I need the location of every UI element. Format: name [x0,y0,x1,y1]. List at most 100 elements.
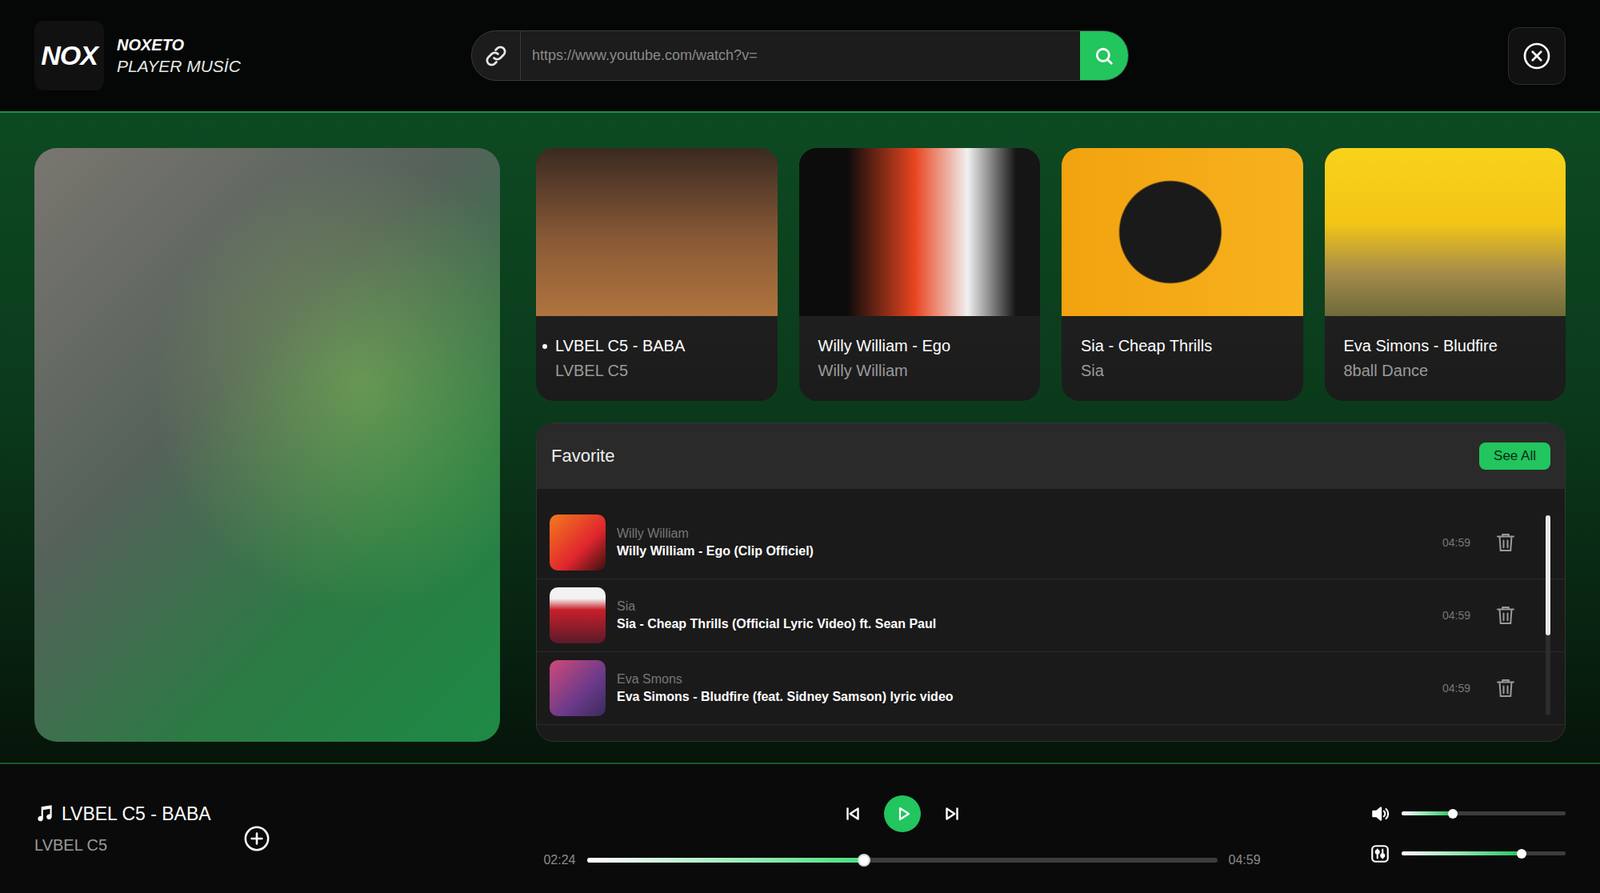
cover-art [1061,148,1304,316]
volume-slider[interactable] [1401,811,1566,816]
song-card[interactable]: Willy William - Ego Willy William [799,148,1041,401]
trash-icon [1493,676,1518,700]
cover-art [536,148,778,316]
next-icon [941,803,963,824]
link-icon [484,44,508,68]
library: LVBEL C5 - BABA LVBEL C5 Willy William - E… [536,148,1566,742]
favorite-header: Favorite See All [536,423,1565,489]
plus-circle-icon [243,824,271,852]
trash-icon [1493,603,1518,628]
card-artist: 8ball Dance [1344,361,1548,380]
brand-subtitle: PLAYER MUSİC [116,56,241,76]
favorite-panel: FavoriteSee AllWilly WilliamWilly Willia… [536,422,1566,742]
balance-slider[interactable] [1401,851,1566,856]
card-title: Sia - Cheap Thrills [1080,336,1284,356]
speaker-icon [1369,803,1391,824]
card-artist: LVBEL C5 [555,361,759,380]
next-button[interactable] [941,803,963,824]
scrollbar-thumb[interactable] [1545,515,1551,636]
favorite-title: Eva Simons - Bludfire (feat. Sidney Sams… [616,689,1432,704]
search-button[interactable] [1080,31,1128,80]
card-artist: Sia [1080,361,1284,380]
card-title: Eva Simons - Bludfire [1344,336,1548,356]
add-button[interactable] [243,824,271,852]
card-info: Willy William - Ego Willy William [799,316,1041,401]
music-player: NOXNOXETOPLAYER MUSİCLVBEL C5 - BABALVBE… [0,0,1600,893]
favorite-row[interactable]: Eva Smons Eva Simons - Bludfire (feat. Si… [536,652,1565,725]
url-bar [471,30,1129,81]
card-info: Eva Simons - Bludfire 8ball Dance [1324,316,1567,401]
duration: 04:59 [1442,536,1471,549]
favorite-row[interactable]: Willy William Willy William - Ego (Clip O… [536,506,1565,580]
progress-row: 02:2404:59 [543,852,1260,868]
progress-bar[interactable] [587,857,1218,863]
see-all-button[interactable]: See All [1479,442,1551,470]
duration: 04:59 [1442,608,1471,622]
song-card[interactable]: Sia - Cheap Thrills Sia [1061,148,1304,401]
favorite-text: Eva Smons Eva Simons - Bludfire (feat. Si… [616,672,1432,704]
play-icon [893,804,913,824]
current-time: 02:24 [543,852,576,868]
top-bar: NOX NOXETOPLAYER MUSİC [0,0,1600,113]
favorite-text: Sia Sia - Cheap Thrills (Official Lyric V… [616,599,1432,632]
volume-knob[interactable] [1448,808,1458,819]
cover-art [1324,148,1567,316]
play-button[interactable] [884,795,921,832]
search-icon [1092,44,1116,68]
scrollbar[interactable] [1545,515,1551,716]
card-title: LVBEL C5 - BABA [555,336,759,356]
delete-button[interactable] [1492,529,1519,556]
link-box [472,31,521,80]
player-bar: LVBEL C5 - BABA LVBEL C5 02:2404:59 [0,764,1600,893]
favorite-title: Sia - Cheap Thrills (Official Lyric Vide… [616,616,1432,632]
card-title: Willy William - Ego [818,336,1022,356]
progress-fill [587,857,865,863]
favorite-artist: Willy William [616,526,1432,541]
thumbnail [549,514,606,571]
balance-row [1369,843,1566,864]
brand: NOX NOXETOPLAYER MUSİC [34,20,472,91]
delete-button[interactable] [1492,602,1519,628]
recent-cards: LVBEL C5 - BABA LVBEL C5 Willy William - E… [536,148,1566,401]
close-icon [1522,41,1552,71]
balance-fill [1401,851,1522,856]
favorite-artist: Sia [616,599,1432,614]
card-info: LVBEL C5 - BABA LVBEL C5 [536,316,778,401]
brand-name: NOXETO [116,36,241,55]
close-button[interactable] [1508,27,1566,85]
thumbnail [549,660,606,716]
now-playing-art [34,148,500,742]
now-playing: LVBEL C5 - BABA LVBEL C5 [34,803,435,855]
url-input[interactable] [520,31,1080,80]
previous-icon [842,803,864,824]
music-note-icon [34,803,56,824]
delete-button[interactable] [1492,675,1519,701]
now-playing-title: LVBEL C5 - BABA [34,803,212,825]
balance-knob[interactable] [1516,848,1527,859]
main-area: LVBEL C5 - BABA LVBEL C5 Willy William - E… [0,112,1600,764]
card-artist: Willy William [818,361,1022,380]
favorite-artist: Eva Smons [616,672,1432,687]
duration: 04:59 [1442,681,1471,695]
favorite-row[interactable]: Sia Sia - Cheap Thrills (Official Lyric V… [536,579,1565,652]
song-card[interactable]: Eva Simons - Bludfire 8ball Dance [1324,148,1567,401]
levels [1369,793,1566,864]
favorite-title: Willy William - Ego (Clip Officiel) [616,544,1432,559]
volume-fill [1401,811,1453,816]
mixer-icon [1369,843,1391,864]
favorite-text: Willy William Willy William - Ego (Clip O… [616,526,1432,559]
playing-dot [542,344,548,349]
thumbnail [549,587,606,644]
favorite-title: Favorite [551,445,615,467]
logo[interactable]: NOX [34,20,104,91]
previous-button[interactable] [842,803,864,824]
trash-icon [1493,530,1518,555]
now-playing-info: LVBEL C5 - BABA LVBEL C5 [34,803,212,855]
controls [842,795,963,832]
progress-knob[interactable] [857,853,871,867]
volume-row [1369,803,1566,824]
favorite-list: Willy William Willy William - Ego (Clip O… [536,488,1565,725]
now-playing-artist: LVBEL C5 [34,836,212,855]
song-card[interactable]: LVBEL C5 - BABA LVBEL C5 [536,148,778,401]
card-info: Sia - Cheap Thrills Sia [1061,316,1304,401]
